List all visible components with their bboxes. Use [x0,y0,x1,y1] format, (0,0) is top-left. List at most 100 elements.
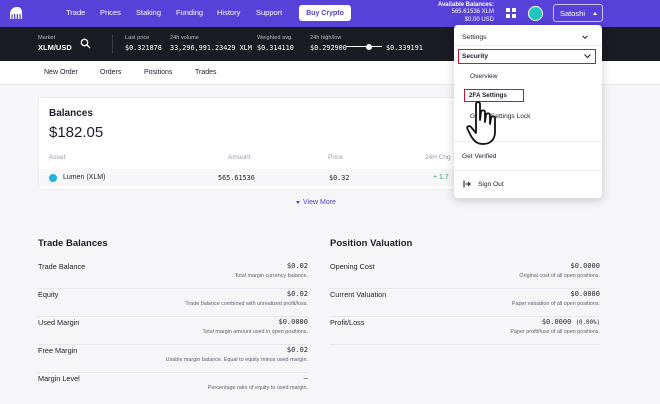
row-label: Free Margin [38,346,78,355]
row-description: Percentage ratio of equity to used margi… [207,385,308,391]
row-value: — [303,374,308,382]
available-xlm: 565.61536 XLM [451,9,494,16]
col-price: Price [328,154,343,161]
high-low-label: 24h high/low [310,35,342,41]
row-value: $0.02 [286,262,308,270]
view-more-label: View More [303,199,336,206]
weighted-avg-value: $0.314110 [257,44,294,52]
balances-title: Balances [49,108,93,119]
view-more-link[interactable]: View More [296,199,336,206]
row-value: $0.0000 [570,290,600,298]
user-name: Satoshi [560,8,586,18]
volume-label: 24h volume [170,35,199,41]
row-label: Profit/Loss [330,318,365,327]
security-label: Security [462,52,489,60]
nav-funding[interactable]: Funding [176,8,203,17]
trade-balance-row: Trade Balance $0.02 Total margin currenc… [38,261,308,289]
nav-history[interactable]: History [217,8,240,17]
margin-level-row: Margin Level — Percentage ratio of equit… [38,373,308,401]
row-description: Paper profit/loss of all open positions. [510,329,600,335]
row-value: $0.02 [286,346,308,354]
position-valuation-title: Position Valuation [330,238,413,249]
col-amount: Amount [228,154,251,161]
pointer-hand-icon [466,101,496,145]
last-price-label: Last price [125,35,150,41]
range-bar [346,46,382,47]
row-label: Margin Level [38,374,80,383]
menu-settings[interactable]: Settings [462,34,487,41]
chevron-down-icon [584,54,591,59]
volume-value: 33,296,991.23429 XLM [170,44,252,52]
top-navigation: Trade Prices Staking Funding History Sup… [0,0,660,27]
market-pair[interactable]: XLM/USD [38,43,72,52]
tab-positions[interactable]: Positions [144,69,172,76]
menu-sign-out[interactable]: Sign Out [478,181,504,188]
profit-loss-row: Profit/Loss $0.0000 (0.00%) Paper profit… [330,317,600,345]
available-balances-title: Available Balances: [437,2,494,8]
menu-security[interactable]: Security [458,49,596,64]
nav-prices[interactable]: Prices [100,8,121,17]
apps-grid-icon[interactable] [506,8,516,18]
row-description: Trade balance combined with unrealized p… [185,301,308,307]
divider [454,170,602,171]
row-description: Usable margin balance. Equal to equity m… [165,357,308,363]
row-description: Paper valuation of all open positions. [511,301,600,307]
row-value: $0.0000 [278,318,308,326]
asset-change: + 1.7 [433,174,449,181]
free-margin-row: Free Margin $0.02 Usable margin balance.… [38,345,308,373]
lumen-coin-icon [49,174,57,182]
trade-balances-title: Trade Balances [38,238,108,249]
balances-total: $182.05 [49,124,104,141]
row-value: $0.0000 (0.00%) [542,318,600,326]
row-label: Equity [38,290,59,299]
low-value: $0.292900 [310,44,347,52]
search-icon[interactable] [80,38,91,49]
avatar[interactable] [528,6,543,21]
user-menu-button[interactable]: Satoshi [553,4,603,22]
nav-trade[interactable]: Trade [66,8,85,17]
high-value: $0.339191 [386,44,423,52]
asset-amount: 565.61536 [218,174,255,182]
tab-orders[interactable]: Orders [100,69,121,76]
last-price-value: $0.321878 [125,44,162,52]
row-description: Total margin currency balance. [234,273,308,279]
profit-loss-value: $0.0000 [541,318,572,326]
tab-trades[interactable]: Trades [195,69,217,76]
weighted-avg-label: Weighted avg. [257,35,293,41]
col-asset: Asset [49,154,66,161]
row-label: Used Margin [38,318,80,327]
row-label: Trade Balance [38,262,86,271]
market-label: Market [38,35,56,41]
row-value: $0.0000 [570,262,600,270]
caret-up-icon [593,12,597,15]
divider [454,45,602,46]
used-margin-row: Used Margin $0.0000 Total margin amount … [38,317,308,345]
asset-price: $0.32 [329,174,350,182]
sign-out-icon [463,180,471,188]
divider [112,35,113,53]
row-label: Opening Cost [330,262,375,271]
asset-name: Lumen (XLM) [63,174,106,181]
row-description: Original cost of all open positions. [519,273,600,279]
buy-crypto-button[interactable]: Buy Crypto [299,5,351,21]
row-label: Current Valuation [330,290,387,299]
menu-overview[interactable]: Overview [470,73,497,80]
nav-staking[interactable]: Staking [136,8,161,17]
col-change: 24H Chg [425,154,451,161]
menu-get-verified[interactable]: Get Verified [462,153,496,160]
row-value: $0.02 [286,290,308,298]
kraken-logo-icon[interactable] [9,6,25,21]
equity-row: Equity $0.02 Trade balance combined with… [38,289,308,317]
available-usd: $0.00 USD [464,16,494,23]
opening-cost-row: Opening Cost $0.0000 Original cost of al… [330,261,600,289]
profit-loss-percent: (0.00%) [575,320,600,326]
range-indicator [366,43,372,50]
nav-support[interactable]: Support [256,8,282,17]
chevron-down-icon[interactable] [582,34,588,40]
tab-new-order[interactable]: New Order [44,69,78,76]
2fa-settings-label: 2FA Settings [469,92,507,99]
current-valuation-row: Current Valuation $0.0000 Paper valuatio… [330,289,600,317]
row-description: Total margin amount used in open positio… [202,329,308,335]
available-balances: Available Balances: 565.61536 XLM $0.00 … [438,2,494,24]
chevron-down-icon [296,201,300,204]
